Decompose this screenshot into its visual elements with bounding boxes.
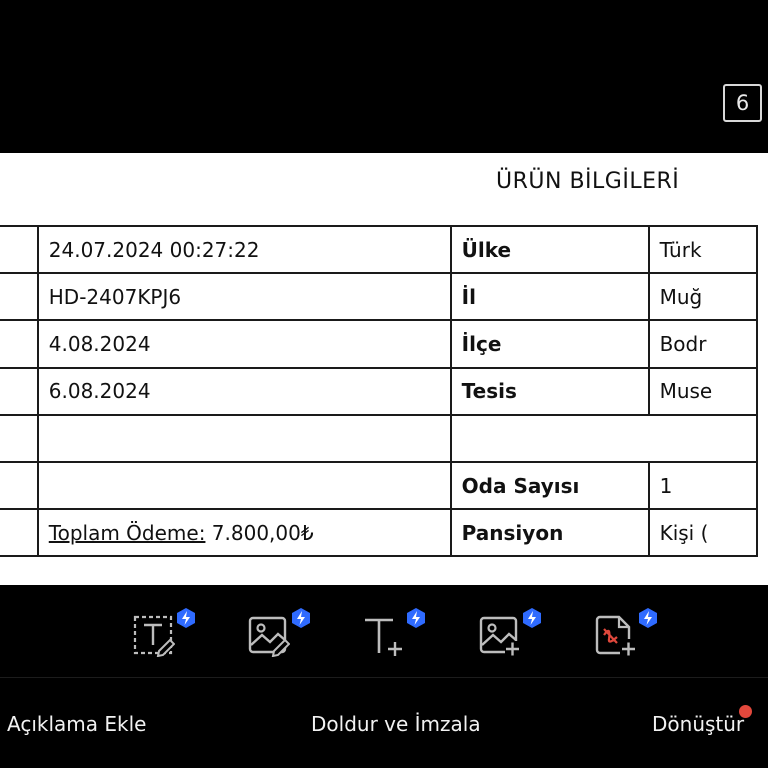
- table-cell: [0, 508, 39, 558]
- table-cell-label: İl: [449, 272, 650, 322]
- table-cell-value: HD-2407KPJ6: [36, 272, 452, 322]
- info-table: 24.07.2024 00:27:22 Ülke Türk HD-2407KPJ…: [0, 224, 759, 558]
- lightning-bolt-icon: [639, 608, 657, 628]
- total-payment-label: Toplam Ödeme:: [48, 520, 206, 545]
- table-row: Toplam Ödeme: 7.800,00₺ Pansiyon Kişi (: [0, 508, 759, 558]
- table-cell: [0, 319, 39, 369]
- table-cell-label: [449, 413, 759, 463]
- text-add-icon: [365, 618, 402, 656]
- document-title: ÜRÜN BİLGİLERİ: [496, 169, 680, 194]
- lightning-bolt-icon: [523, 608, 541, 628]
- table-cell: [0, 460, 39, 511]
- table-cell-right: Kişi (: [647, 508, 759, 558]
- text-box-edit-tool[interactable]: [133, 607, 195, 661]
- table-cell-value: [36, 413, 452, 463]
- table-cell-value: 4.08.2024: [36, 319, 452, 369]
- table-cell-right: Bodr: [647, 319, 759, 369]
- table-row: HD-2407KPJ6 İl Muğ: [0, 272, 759, 322]
- notification-dot: [739, 705, 752, 718]
- table-cell-value: 24.07.2024 00:27:22: [36, 224, 452, 275]
- bottom-nav: Açıklama Ekle Doldur ve İmzala Dönüştür: [0, 678, 768, 768]
- page-number-badge[interactable]: 6: [723, 84, 762, 122]
- tool-bar: [0, 585, 768, 677]
- document-page[interactable]: ÜRÜN BİLGİLERİ 24.07.2024 00:27:22 Ülke …: [0, 153, 768, 585]
- table-row: Oda Sayısı 1: [0, 460, 759, 511]
- lightning-bolt-icon: [177, 608, 195, 628]
- table-row: [0, 413, 759, 463]
- table-cell-right: 1: [647, 460, 759, 511]
- total-payment-amount: 7.800,00₺: [211, 520, 314, 545]
- nav-item-convert[interactable]: Dönüştür: [652, 712, 744, 736]
- nav-item-add-comment[interactable]: Açıklama Ekle: [7, 712, 146, 736]
- table-cell-label: Oda Sayısı: [449, 460, 650, 511]
- table-cell-right: Türk: [647, 224, 759, 275]
- table-cell: [0, 272, 39, 322]
- table-cell-right: Muse: [647, 366, 759, 416]
- lightning-bolt-icon: [292, 608, 310, 628]
- image-edit-icon: [248, 616, 290, 657]
- table-cell: [0, 224, 39, 275]
- table-cell: [0, 413, 39, 463]
- image-edit-tool[interactable]: [248, 607, 310, 661]
- table-cell-value: Toplam Ödeme: 7.800,00₺: [36, 508, 452, 558]
- table-cell-value: [36, 460, 452, 511]
- table-cell: [0, 366, 39, 416]
- pdf-sign-add-icon: [595, 615, 635, 656]
- pdf-sign-add-tool[interactable]: [595, 607, 657, 661]
- table-cell-label: Ülke: [449, 224, 650, 275]
- text-add-tool[interactable]: [363, 607, 425, 661]
- table-row: 24.07.2024 00:27:22 Ülke Türk: [0, 224, 759, 275]
- table-row: 4.08.2024 İlçe Bodr: [0, 319, 759, 369]
- table-cell-label: İlçe: [449, 319, 650, 369]
- text-box-edit-icon: [133, 615, 175, 657]
- table-cell-right: Muğ: [647, 272, 759, 322]
- table-cell-label: Pansiyon: [449, 508, 650, 558]
- table-cell-label: Tesis: [449, 366, 650, 416]
- table-cell-value: 6.08.2024: [36, 366, 452, 416]
- image-add-tool[interactable]: [479, 607, 541, 661]
- image-add-icon: [479, 616, 519, 656]
- lightning-bolt-icon: [407, 608, 425, 628]
- nav-item-fill-sign[interactable]: Doldur ve İmzala: [311, 712, 481, 736]
- app-screen: 6 ÜRÜN BİLGİLERİ 24.07.2024 00:27:22 Ülk…: [0, 0, 768, 768]
- table-row: 6.08.2024 Tesis Muse: [0, 366, 759, 416]
